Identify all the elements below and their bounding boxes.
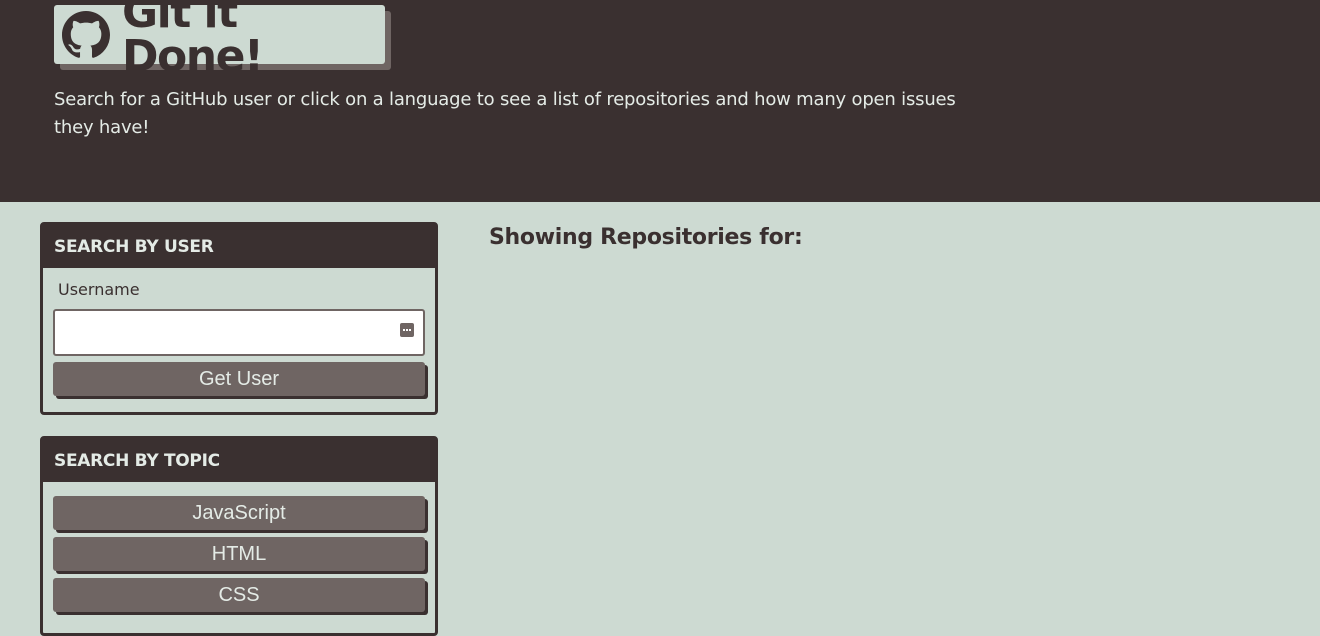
repos-heading-label: Showing Repositories for: xyxy=(489,225,803,250)
search-by-user-card: SEARCH BY USER Username Get User xyxy=(40,222,438,415)
password-manager-icon[interactable] xyxy=(400,323,414,337)
get-user-button[interactable]: Get User xyxy=(53,362,425,396)
search-by-topic-card: SEARCH BY TOPIC JavaScript HTML CSS xyxy=(40,436,438,636)
app-title: Git it Done! xyxy=(122,0,264,82)
username-input[interactable] xyxy=(53,309,425,356)
username-label: Username xyxy=(58,280,140,299)
search-by-topic-heading: SEARCH BY TOPIC xyxy=(43,439,435,482)
topic-button-css[interactable]: CSS xyxy=(53,578,425,612)
repos-heading: Showing Repositories for: xyxy=(489,222,808,254)
topic-button-javascript[interactable]: JavaScript xyxy=(53,496,425,530)
page-subtitle: Search for a GitHub user or click on a l… xyxy=(54,89,956,138)
github-octocat-icon xyxy=(62,10,110,59)
page-header: Git it Done! Search for a GitHub user or… xyxy=(0,0,1320,202)
logo: Git it Done! xyxy=(54,0,391,78)
search-by-user-heading: SEARCH BY USER xyxy=(43,225,435,268)
topic-button-html[interactable]: HTML xyxy=(53,537,425,571)
logo-badge: Git it Done! xyxy=(54,0,385,78)
